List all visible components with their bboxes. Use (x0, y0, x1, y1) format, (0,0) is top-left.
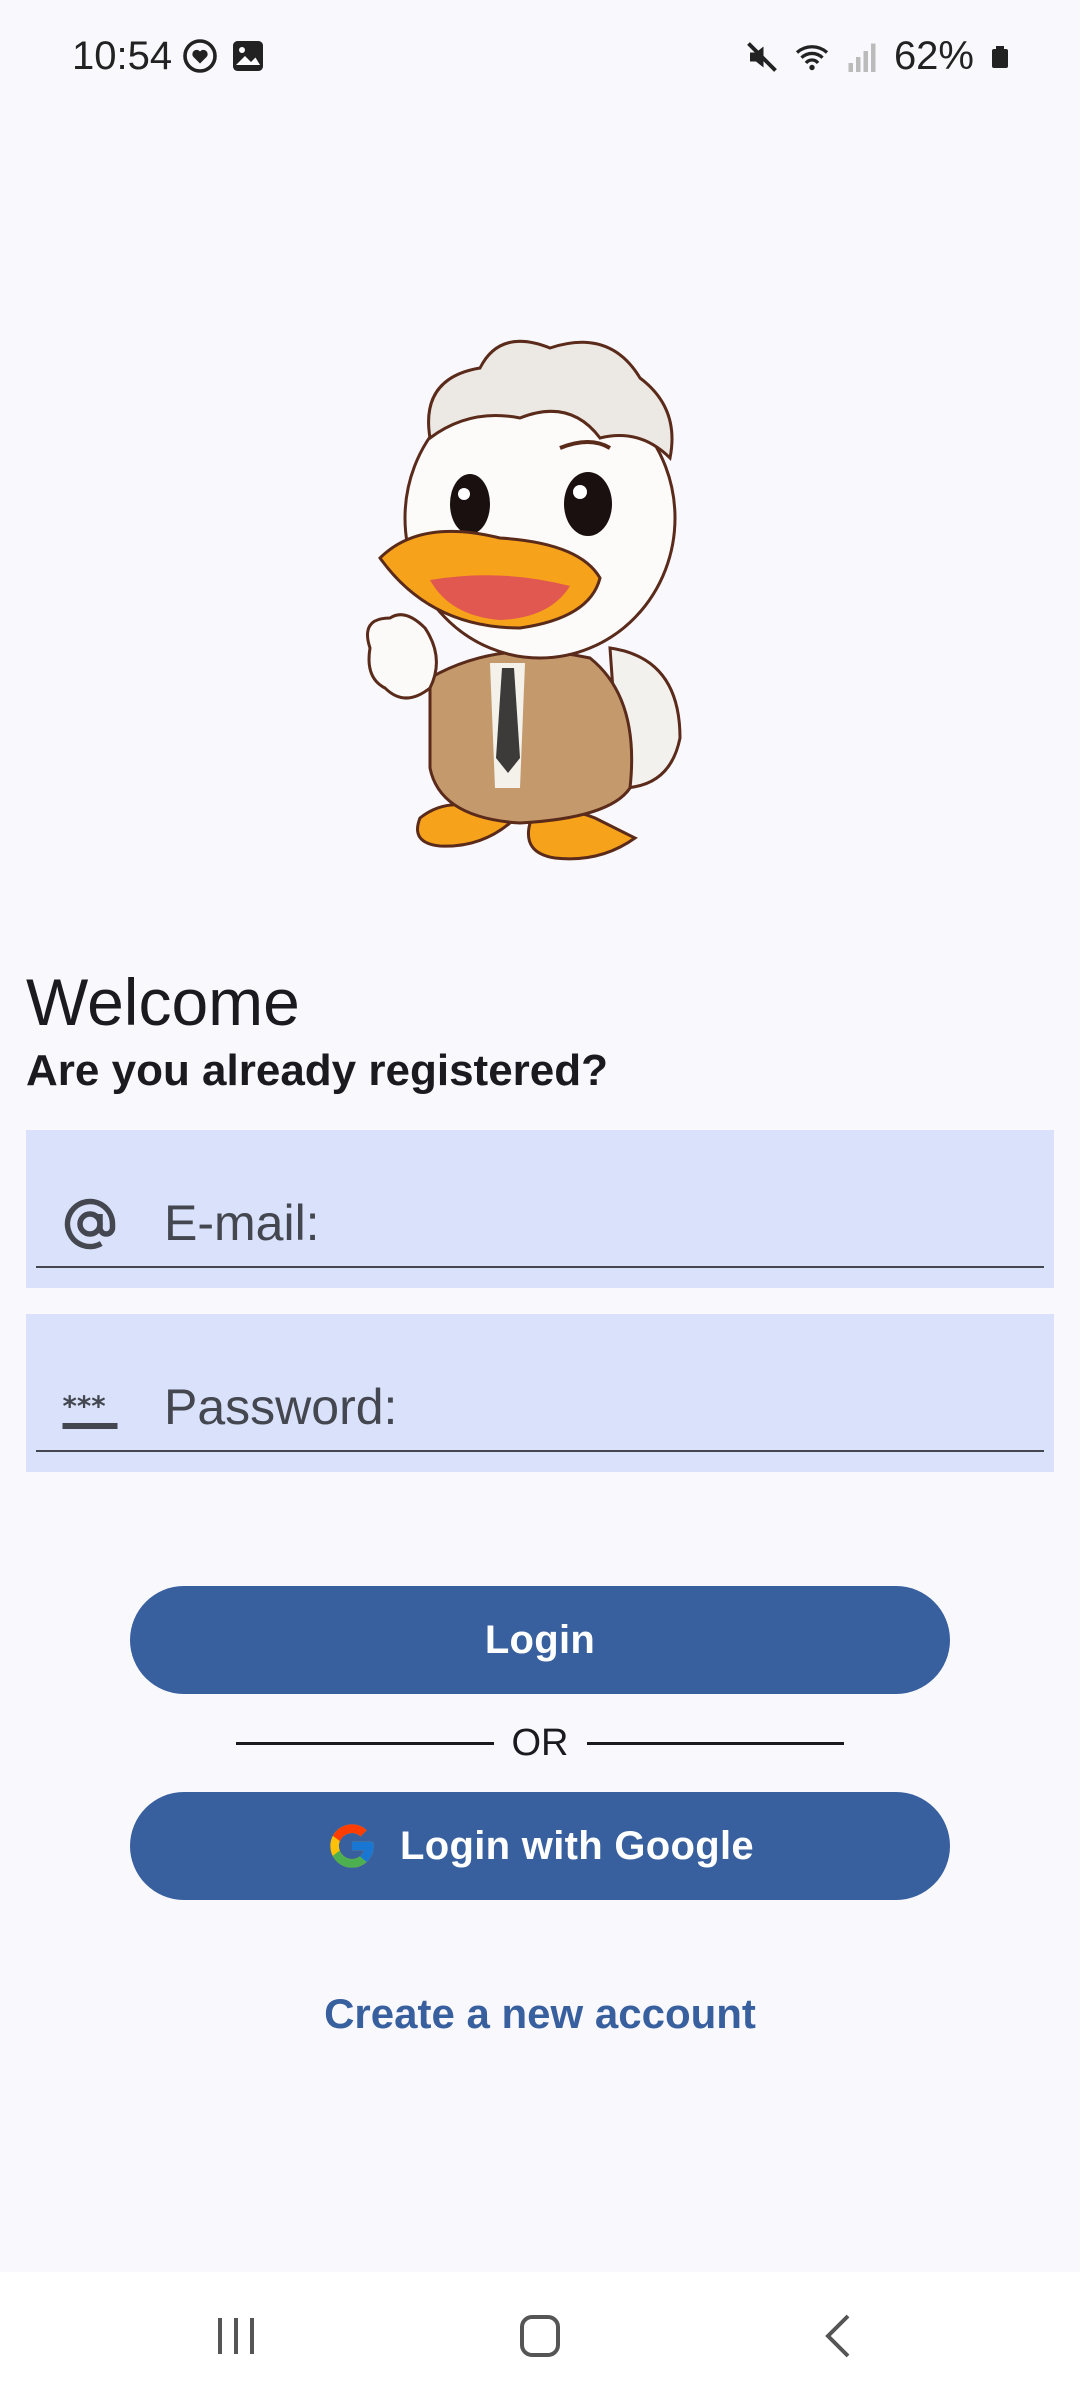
image-icon (233, 41, 263, 71)
svg-text:***: *** (63, 1391, 106, 1423)
or-divider: OR (236, 1718, 844, 1768)
status-right: 62% (744, 34, 1012, 79)
page-title: Welcome (26, 965, 300, 1039)
recent-apps-icon[interactable] (196, 2304, 276, 2368)
password-underline (36, 1450, 1044, 1452)
status-left-icons (182, 38, 266, 74)
password-field[interactable]: *** Password: (26, 1314, 1054, 1472)
login-with-google-button[interactable]: Login with Google (130, 1792, 950, 1900)
back-icon[interactable] (800, 2304, 880, 2368)
battery-icon (992, 45, 1008, 68)
wifi-icon (795, 44, 829, 70)
email-field[interactable]: E-mail: (26, 1130, 1054, 1288)
page-subtitle: Are you already registered? (26, 1046, 609, 1095)
battery-percent: 62% (893, 34, 974, 78)
divider-line-right (586, 1741, 844, 1745)
login-button-label: Login (484, 1617, 596, 1662)
at-icon (64, 1198, 116, 1250)
mute-icon (747, 41, 777, 72)
email-label: E-mail: (164, 1195, 320, 1251)
or-label: OR (511, 1721, 569, 1764)
email-underline (36, 1266, 1044, 1268)
location-heart-icon (183, 39, 217, 73)
create-account-link[interactable]: Create a new account (0, 1990, 1080, 2038)
navigation-bar (0, 2272, 1080, 2400)
google-button-label: Login with Google (400, 1823, 754, 1868)
login-button[interactable]: Login (130, 1586, 950, 1694)
signal-icon (848, 43, 876, 72)
status-time: 10:54 (72, 34, 173, 78)
password-label: Password: (164, 1379, 398, 1435)
duck-mascot-illustration (366, 339, 682, 861)
divider-line-left (236, 1741, 494, 1745)
home-icon[interactable] (500, 2304, 580, 2368)
password-icon: *** (62, 1391, 118, 1429)
status-bar: 10:54 62% (0, 0, 1080, 118)
google-icon (330, 1824, 374, 1868)
